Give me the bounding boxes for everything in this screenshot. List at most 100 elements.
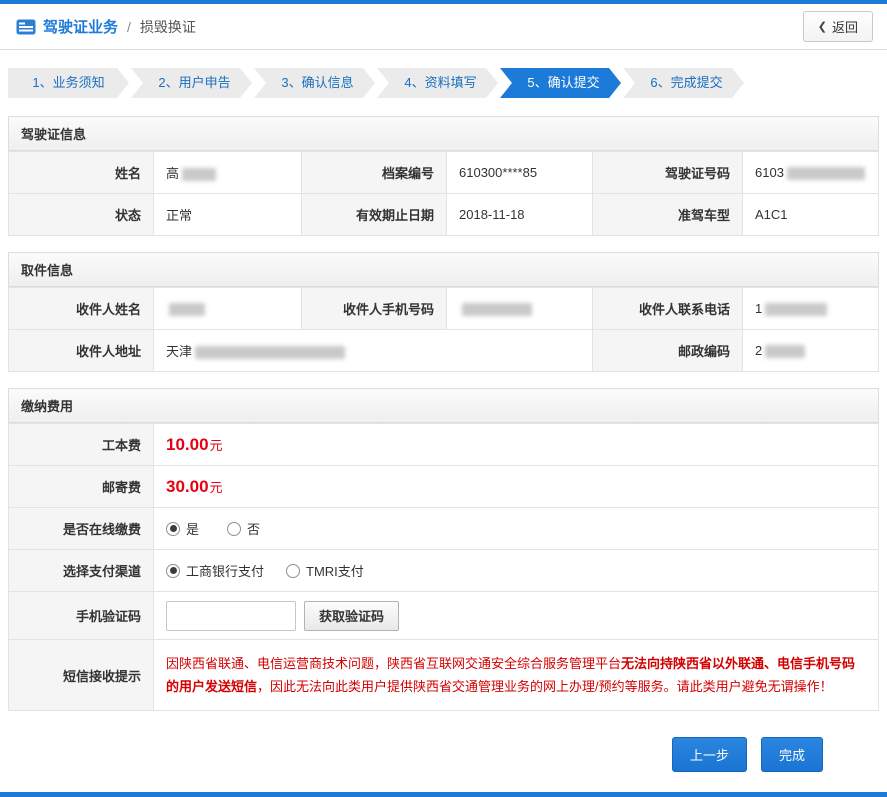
sms-code-field: 获取验证码 (153, 591, 879, 640)
name-label: 姓名 (8, 151, 154, 194)
redacted-text (765, 303, 828, 317)
recipient-phone-value: 1 (742, 287, 879, 330)
pay-channel-label: 选择支付渠道 (8, 549, 154, 592)
main-content: 驾驶证信息 姓名 高 档案编号 610300****85 驾驶证号码 6103 … (0, 98, 887, 786)
page-title: 驾驶证业务 (43, 19, 119, 36)
section-title-pickup-info: 取件信息 (8, 252, 879, 287)
redacted-text (786, 167, 865, 181)
radio-channel-tmri[interactable]: TMRI支付 (286, 561, 364, 580)
expiry-date-label: 有效期止日期 (301, 193, 447, 236)
pay-online-label: 是否在线缴费 (8, 507, 154, 550)
pay-channel-options: 工商银行支付 TMRI支付 (153, 549, 879, 592)
sms-code-input[interactable] (166, 600, 296, 631)
license-number-value: 6103 (742, 151, 879, 194)
redacted-text (462, 303, 532, 317)
chevron-left-icon: ❮ (817, 21, 827, 33)
status-value: 正常 (153, 193, 302, 236)
sms-notice-post: ，因此无法向此类用户提供陕西省交通管理业务的网上办理/预约等服务。请此类用户避免… (257, 679, 833, 694)
name-value: 高 (153, 151, 302, 194)
table-row: 姓名 高 档案编号 610300****85 驾驶证号码 6103 (8, 151, 879, 194)
radio-online-no-label: 否 (247, 522, 261, 537)
cost-fee-unit: 元 (209, 437, 223, 453)
table-row: 收件人姓名 收件人手机号码 收件人联系电话 1 (8, 287, 879, 330)
back-button-label: 返回 (831, 20, 858, 35)
section-fees: 缴纳费用 工本费 10.00元 邮寄费 30.00元 是否在线缴费 是 否 选择… (8, 388, 879, 711)
sms-notice-pre: 因陕西省联通、电信运营商技术问题，陕西省互联网交通安全综合服务管理平台 (166, 656, 622, 671)
radio-unchecked-icon[interactable] (286, 563, 301, 578)
section-pickup-info: 取件信息 收件人姓名 收件人手机号码 收件人联系电话 1 收件人地址 天津 邮政… (8, 252, 879, 372)
finish-button[interactable]: 完成 (760, 737, 823, 772)
bottom-accent-bar (0, 792, 887, 797)
recipient-phone-label: 收件人联系电话 (592, 287, 743, 330)
file-number-label: 档案编号 (301, 151, 447, 194)
radio-checked-icon[interactable] (166, 521, 180, 536)
radio-online-no[interactable]: 否 (227, 519, 260, 538)
radio-online-yes[interactable]: 是 (166, 519, 199, 538)
breadcrumb: 驾驶证业务 / 损毁换证 (16, 16, 196, 37)
table-row: 状态 正常 有效期止日期 2018-11-18 准驾车型 A1C1 (8, 193, 879, 236)
postage-fee-unit: 元 (209, 479, 223, 495)
postage-fee-label: 邮寄费 (8, 465, 154, 508)
breadcrumb-separator: / (127, 18, 131, 35)
step-5-confirm-submit: 5、确认提交 (500, 68, 621, 98)
section-title-fees: 缴纳费用 (8, 388, 879, 423)
step-1-business-notice: 1、业务须知 (8, 68, 129, 98)
radio-channel-icbc[interactable]: 工商银行支付 (166, 561, 264, 580)
table-row: 收件人地址 天津 邮政编码 2 (8, 329, 879, 372)
recipient-name-value (153, 287, 302, 330)
sms-notice-text: 因陕西省联通、电信运营商技术问题，陕西省互联网交通安全综合服务管理平台无法向持陕… (153, 639, 879, 711)
pay-online-options: 是 否 (153, 507, 879, 550)
cost-fee-amount: 10.00 (166, 434, 209, 454)
table-row: 手机验证码 获取验证码 (8, 591, 879, 640)
redacted-text (765, 345, 806, 359)
radio-channel-tmri-label: TMRI支付 (306, 564, 364, 579)
sms-code-label: 手机验证码 (8, 591, 154, 640)
step-6-finish-submit: 6、完成提交 (623, 68, 744, 98)
step-nav: 1、业务须知 2、用户申告 3、确认信息 4、资料填写 5、确认提交 6、完成提… (0, 50, 887, 98)
section-title-license-info: 驾驶证信息 (8, 116, 879, 151)
vehicle-class-label: 准驾车型 (592, 193, 743, 236)
postage-fee-amount: 30.00 (166, 476, 209, 496)
redacted-text (169, 303, 205, 317)
recipient-mobile-value (446, 287, 593, 330)
recipient-address-label: 收件人地址 (8, 329, 154, 372)
step-3-confirm-info: 3、确认信息 (254, 68, 375, 98)
get-code-button[interactable]: 获取验证码 (304, 600, 400, 631)
sms-notice-label: 短信接收提示 (8, 639, 154, 711)
recipient-mobile-label: 收件人手机号码 (301, 287, 447, 330)
footer-actions: 上一步 完成 (8, 727, 879, 786)
license-info-table: 姓名 高 档案编号 610300****85 驾驶证号码 6103 状态 正常 … (8, 151, 879, 236)
table-row: 邮寄费 30.00元 (8, 465, 879, 508)
recipient-address-value: 天津 (153, 329, 593, 372)
radio-online-yes-label: 是 (186, 522, 200, 537)
table-row: 工本费 10.00元 (8, 423, 879, 466)
postage-fee-value: 30.00元 (153, 465, 879, 508)
table-row: 短信接收提示 因陕西省联通、电信运营商技术问题，陕西省互联网交通安全综合服务管理… (8, 639, 879, 711)
license-service-icon (16, 19, 36, 35)
recipient-name-label: 收件人姓名 (8, 287, 154, 330)
postcode-label: 邮政编码 (592, 329, 743, 372)
license-number-label: 驾驶证号码 (592, 151, 743, 194)
cost-fee-value: 10.00元 (153, 423, 879, 466)
table-row: 选择支付渠道 工商银行支付 TMRI支付 (8, 549, 879, 592)
radio-unchecked-icon[interactable] (227, 521, 242, 536)
step-4-fill-materials: 4、资料填写 (377, 68, 498, 98)
pickup-info-table: 收件人姓名 收件人手机号码 收件人联系电话 1 收件人地址 天津 邮政编码 2 (8, 287, 879, 372)
fees-table: 工本费 10.00元 邮寄费 30.00元 是否在线缴费 是 否 选择支付渠道 … (8, 423, 879, 711)
file-number-value: 610300****85 (446, 151, 593, 194)
table-row: 是否在线缴费 是 否 (8, 507, 879, 550)
cost-fee-label: 工本费 (8, 423, 154, 466)
status-label: 状态 (8, 193, 154, 236)
redacted-text (195, 346, 346, 360)
page-header: 驾驶证业务 / 损毁换证 ❮ 返回 (0, 4, 887, 50)
postcode-value: 2 (742, 329, 879, 372)
previous-step-button[interactable]: 上一步 (671, 737, 747, 772)
section-license-info: 驾驶证信息 姓名 高 档案编号 610300****85 驾驶证号码 6103 … (8, 116, 879, 236)
radio-checked-icon[interactable] (166, 563, 180, 578)
vehicle-class-value: A1C1 (742, 193, 879, 236)
redacted-text (182, 168, 217, 182)
step-2-user-declaration: 2、用户申告 (131, 68, 252, 98)
expiry-date-value: 2018-11-18 (446, 193, 593, 236)
page-subtitle: 损毁换证 (139, 18, 196, 35)
back-button[interactable]: ❮ 返回 (802, 11, 873, 42)
